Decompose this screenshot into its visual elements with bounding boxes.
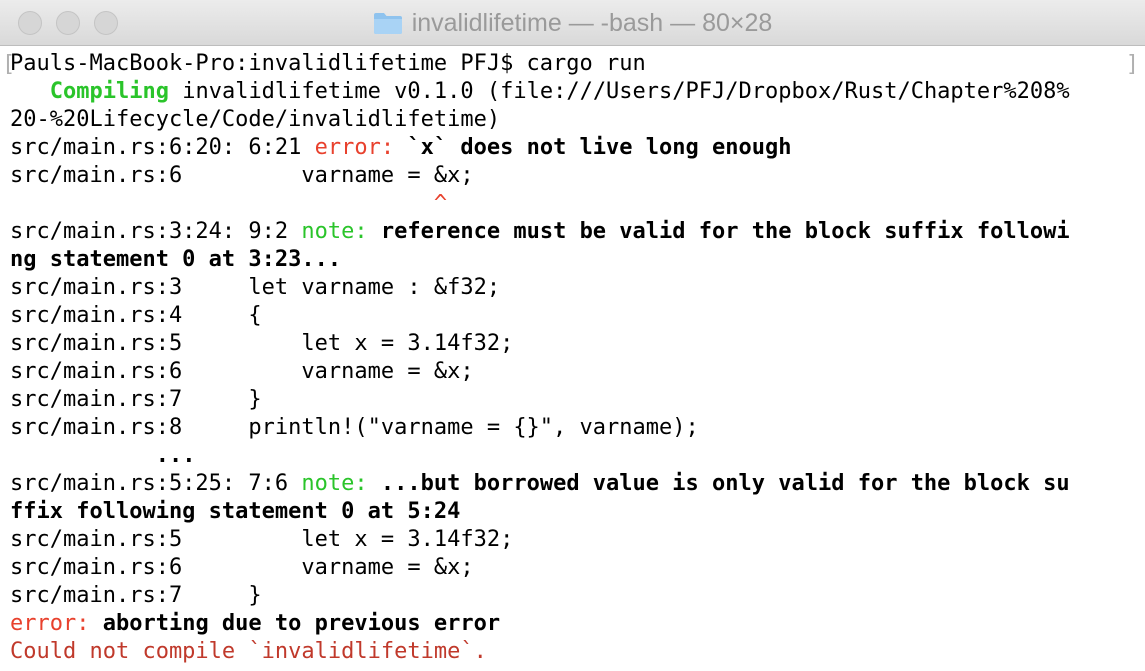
note-line-1: src/main.rs:3:24: 9:2 note: reference mu… — [10, 218, 1140, 246]
final-error-label: error: — [10, 611, 90, 636]
final-error-line: error: aborting due to previous error — [10, 610, 1140, 638]
compiling-continuation: 20-%20Lifecycle/Code/invalidlifetime) — [10, 107, 501, 132]
folder-icon — [373, 13, 402, 34]
final-error-message: aborting due to previous error — [89, 611, 501, 636]
code-line: src/main.rs:5 let x = 3.14f32; — [10, 527, 514, 552]
error-location: src/main.rs:6:20: 6:21 — [10, 135, 315, 160]
compiling-line: Compiling invalidlifetime v0.1.0 (file:/… — [10, 78, 1140, 106]
note-line-2: src/main.rs:5:25: 7:6 note: ...but borro… — [10, 470, 1140, 498]
code-line: src/main.rs:6 varname = &x; — [10, 359, 474, 384]
error-caret-line: ^ — [10, 190, 1140, 218]
prompt-line: Pauls-MacBook-Pro:invalidlifetime PFJ$ c… — [10, 51, 646, 76]
code-line: src/main.rs:5 let x = 3.14f32; — [10, 331, 514, 356]
ellipsis-line: ... — [10, 442, 1140, 470]
note-1-label: note: — [301, 219, 368, 244]
error-line: src/main.rs:6:20: 6:21 error: `x` does n… — [10, 134, 1140, 162]
title-bar[interactable]: invalidlifetime — -bash — 80×28 — [0, 0, 1145, 46]
code-line: src/main.rs:4 { — [10, 303, 262, 328]
code-line: src/main.rs:3 let varname : &f32; — [10, 275, 501, 300]
error-label: error: — [314, 135, 395, 160]
note-1-message: reference must be valid for the block su… — [367, 219, 1070, 244]
note-2-message: ...but borrowed value is only valid for … — [367, 471, 1070, 496]
code-line: src/main.rs:7 } — [10, 583, 262, 608]
error-source-line: src/main.rs:6 varname = &x; — [10, 163, 474, 188]
error-message: `x` does not live long enough — [394, 135, 792, 160]
window-title: invalidlifetime — -bash — 80×28 — [411, 8, 773, 37]
code-line: src/main.rs:7 } — [10, 387, 262, 412]
note-2-continuation: ffix following statement 0 at 5:24 — [10, 499, 461, 524]
ellipsis: ... — [155, 443, 196, 468]
error-caret: ^ — [433, 191, 448, 216]
compiling-text: invalidlifetime v0.1.0 (file:///Users/PF… — [168, 79, 1070, 104]
note-1-location: src/main.rs:3:24: 9:2 — [10, 219, 302, 244]
note-2-location: src/main.rs:5:25: 7:6 — [10, 471, 302, 496]
terminal-window: invalidlifetime — -bash — 80×28 [ ] Paul… — [0, 0, 1145, 671]
code-line: src/main.rs:8 println!("varname = {}", v… — [10, 415, 699, 440]
compiling-label: Compiling — [49, 79, 169, 104]
terminal-output[interactable]: Pauls-MacBook-Pro:invalidlifetime PFJ$ c… — [10, 50, 1140, 666]
window-title-group: invalidlifetime — -bash — 80×28 — [0, 0, 1145, 46]
code-line: src/main.rs:6 varname = &x; — [10, 555, 474, 580]
note-2-label: note: — [301, 471, 368, 496]
note-1-continuation: ng statement 0 at 3:23... — [10, 247, 342, 272]
could-not-compile-line: Could not compile `invalidlifetime`. — [10, 639, 487, 664]
